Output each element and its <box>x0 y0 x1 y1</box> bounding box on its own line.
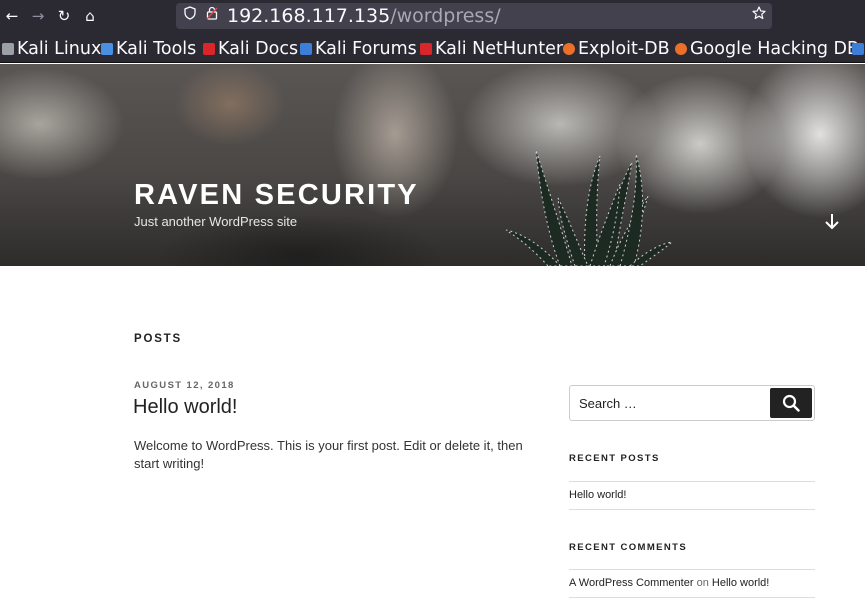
comment-post-link[interactable]: Hello world! <box>712 577 769 589</box>
bookmarks-bar: Kali Linux Kali Tools Kali Docs Kali For… <box>0 34 865 63</box>
site-tagline: Just another WordPress site <box>134 214 298 229</box>
bookmark-label: Kali Linux <box>17 39 102 59</box>
bookmark-kali-linux[interactable]: Kali Linux <box>2 37 101 61</box>
bookmark-overflow-icon <box>852 43 864 55</box>
divider <box>569 597 815 598</box>
bookmark-kali-docs[interactable]: Kali Docs <box>203 37 298 61</box>
comment-author-link[interactable]: A WordPress Commenter <box>569 577 694 589</box>
post-date[interactable]: AUGUST 12, 2018 <box>134 380 235 391</box>
kali-nethunter-icon <box>420 43 432 55</box>
bookmark-google-hacking-db[interactable]: Google Hacking DB <box>675 37 859 61</box>
bookmark-kali-tools[interactable]: Kali Tools <box>101 37 196 61</box>
recent-comments-title: RECENT COMMENTS <box>569 542 688 553</box>
recent-post-link[interactable]: Hello world! <box>569 489 626 501</box>
bookmark-label: Exploit-DB <box>578 39 670 59</box>
search-icon <box>782 394 800 412</box>
bookmark-overflow[interactable] <box>852 37 865 61</box>
back-button[interactable]: ← <box>0 5 24 27</box>
posts-section-heading: POSTS <box>134 333 182 345</box>
forward-button[interactable]: → <box>26 5 50 27</box>
shield-icon[interactable] <box>184 6 196 27</box>
bookmark-label: Kali Docs <box>218 39 299 59</box>
bookmark-label: Google Hacking DB <box>690 39 860 59</box>
bookmark-kali-nethunter[interactable]: Kali NetHunter <box>420 37 563 61</box>
lock-icon[interactable] <box>206 6 218 27</box>
search-form <box>569 385 815 421</box>
kali-dragon-icon <box>2 43 14 55</box>
bookmark-label: Kali Forums <box>315 39 417 59</box>
bookmark-exploit-db[interactable]: Exploit-DB <box>563 37 670 61</box>
divider <box>569 481 815 482</box>
home-button[interactable]: ⌂ <box>78 5 102 27</box>
reload-button[interactable]: ↻ <box>52 5 76 27</box>
recent-posts-title: RECENT POSTS <box>569 453 660 464</box>
divider <box>569 509 815 510</box>
url-bar[interactable]: 192.168.117.135/wordpress/ <box>176 3 772 29</box>
kali-docs-icon <box>203 43 215 55</box>
comment-on-text: on <box>696 577 709 589</box>
url-text[interactable]: 192.168.117.135/wordpress/ <box>227 3 501 29</box>
post-title-link[interactable]: Hello world! <box>133 396 237 419</box>
exploit-db-icon <box>563 43 575 55</box>
kali-forums-icon <box>300 43 312 55</box>
star-icon[interactable] <box>752 6 766 27</box>
site-header-image: RAVEN SECURITY Just another WordPress si… <box>0 64 865 266</box>
post-excerpt: Welcome to WordPress. This is your first… <box>134 438 523 471</box>
scroll-down-arrow-icon[interactable] <box>823 212 841 232</box>
bookmark-label: Kali Tools <box>116 39 197 59</box>
site-title[interactable]: RAVEN SECURITY <box>134 179 419 212</box>
divider <box>569 569 815 570</box>
url-host: 192.168.117.135 <box>227 5 391 27</box>
browser-toolbar: ← → ↻ ⌂ 192.168.117.135/wordpress/ <box>0 0 865 34</box>
url-path: /wordpress/ <box>390 5 501 27</box>
search-input[interactable] <box>570 386 768 420</box>
kali-tools-icon <box>101 43 113 55</box>
succulent-plant-image <box>505 149 674 266</box>
search-button[interactable] <box>770 388 812 418</box>
ghdb-icon <box>675 43 687 55</box>
recent-comment-item: A WordPress Commenter on Hello world! <box>569 577 769 589</box>
bookmark-kali-forums[interactable]: Kali Forums <box>300 37 417 61</box>
bookmark-label: Kali NetHunter <box>435 39 564 59</box>
